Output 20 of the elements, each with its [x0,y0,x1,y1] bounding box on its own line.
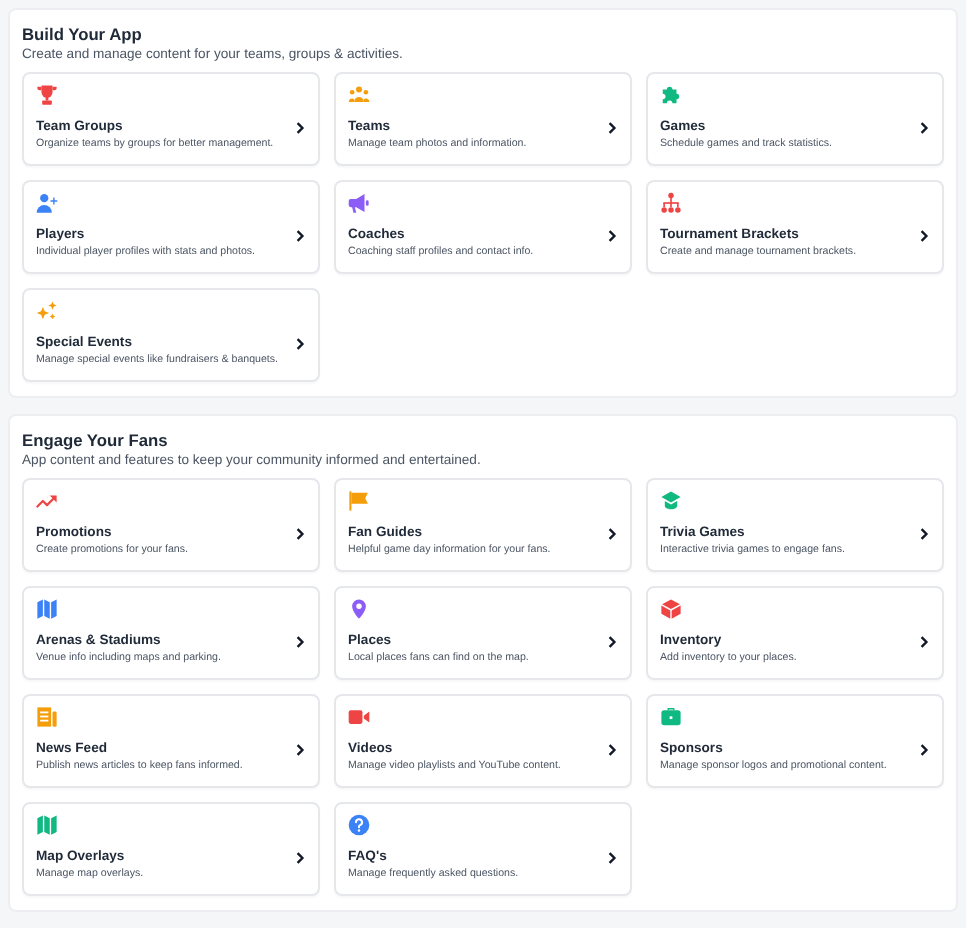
chevron-right-icon [294,851,306,863]
chevron-right-icon [294,337,306,349]
chevron-right-icon [918,635,930,647]
chevron-right-icon [606,635,618,647]
chevron-right-icon [294,121,306,133]
chevron-right-icon [918,527,930,539]
chevron-right-icon [294,635,306,647]
chevron-right-icon [606,229,618,241]
chevron-right-icon [294,527,306,539]
chevron-right-icon [918,743,930,755]
chevron-right-icon [918,121,930,133]
chevron-right-icon [918,229,930,241]
chevron-right-icon [606,851,618,863]
chevron-right-icon [606,527,618,539]
chevron-right-icon [606,743,618,755]
section-title: Engage Your Fans [22,430,170,452]
chevron-right-icon [294,743,306,755]
chevron-right-icon [294,229,306,241]
chevron-right-icon [606,121,618,133]
section-title: Build Your App [22,24,144,46]
